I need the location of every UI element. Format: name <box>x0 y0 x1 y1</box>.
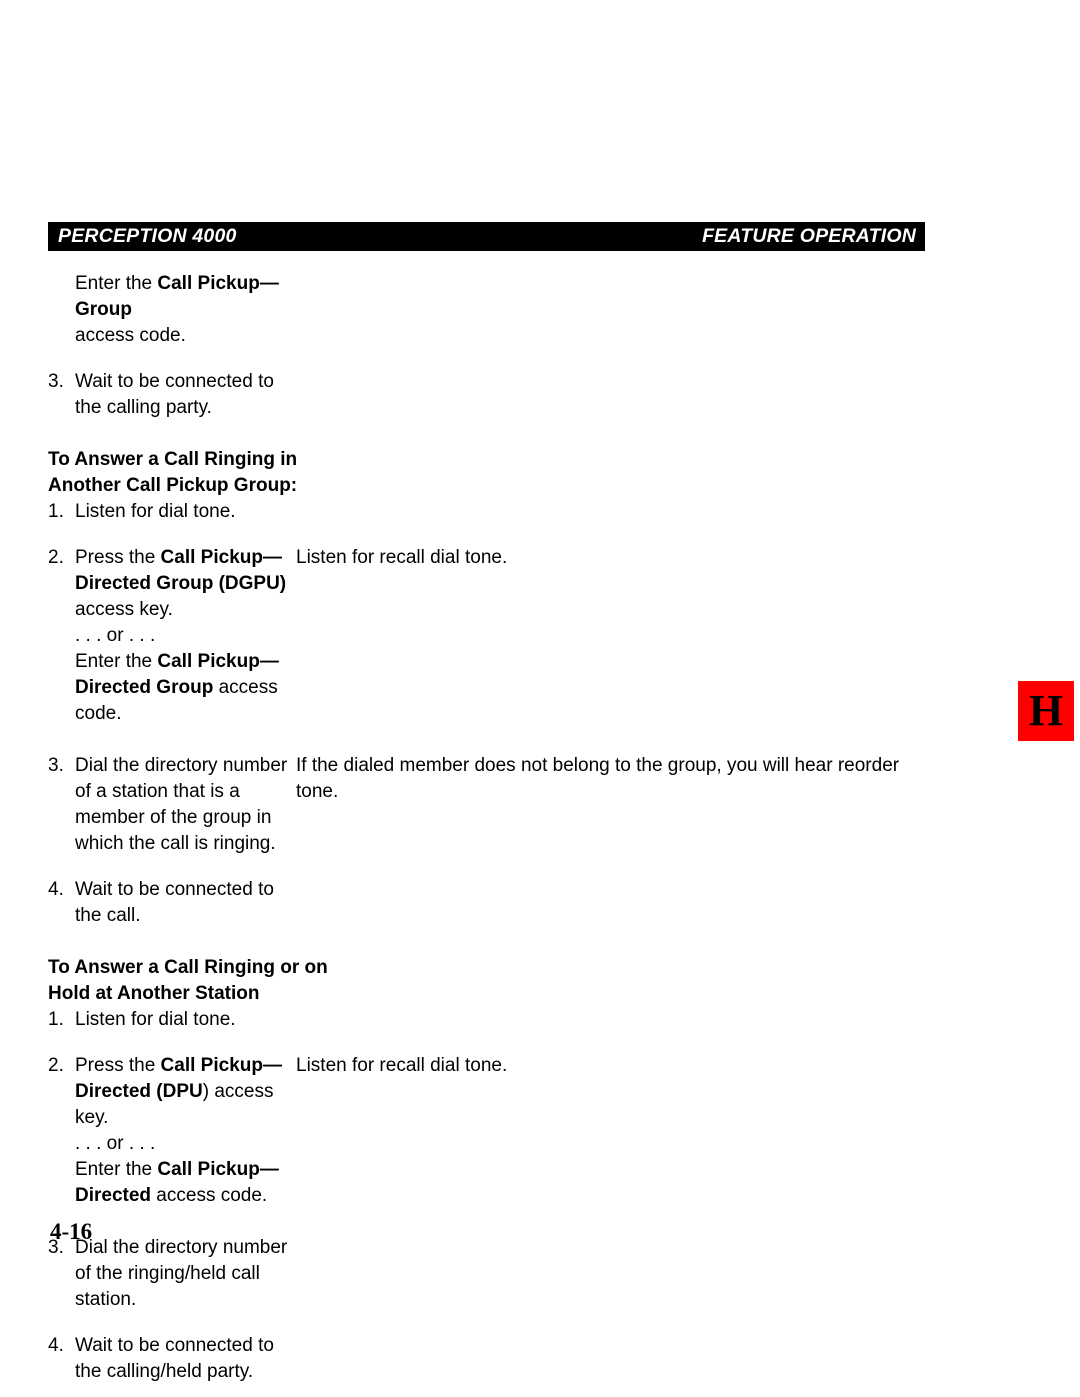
section-2-heading-line2: Hold at Another Station <box>48 983 260 1004</box>
continuation-text: Enter the Call Pickup—Group access code. <box>75 271 296 349</box>
continuation-line2: access code. <box>75 325 186 346</box>
running-header: PERCEPTION 4000 FEATURE OPERATION <box>48 222 925 251</box>
step-right: If the dialed member does not belong to … <box>296 753 1080 805</box>
header-right-title: FEATURE OPERATION <box>702 224 916 247</box>
press-suffix: access key. <box>75 599 173 620</box>
step-left: 3. Dial the directory number of a statio… <box>0 753 296 857</box>
step-row: 1. Listen for dial tone. <box>0 1007 1080 1033</box>
step-row: 3. Dial the directory number of a statio… <box>0 753 1080 857</box>
header-left-title: PERCEPTION 4000 <box>58 224 237 247</box>
document-page: PERCEPTION 4000 FEATURE OPERATION H 4-16… <box>0 0 1080 1397</box>
step-row: 3. Dial the directory number of the ring… <box>0 1235 1080 1313</box>
step-number: 3. <box>48 1237 64 1258</box>
step-right: Listen for recall dial tone. <box>296 1053 1080 1079</box>
step-text: Wait to be connected to the calling/held… <box>75 1335 274 1382</box>
step-number: 2. <box>48 1055 64 1076</box>
section-1-heading: To Answer a Call Ringing in Another Call… <box>0 447 1080 499</box>
section-2-step-1: 1. Listen for dial tone. <box>48 1007 296 1033</box>
section-2-heading-text: To Answer a Call Ringing or on Hold at A… <box>0 955 1080 1007</box>
step-left: 2. Press the Call Pickup—Directed Group … <box>0 545 296 727</box>
step-number: 1. <box>48 1009 64 1030</box>
continuation-left: Enter the Call Pickup—Group access code. <box>0 271 296 349</box>
press-prefix: Press the <box>75 547 161 568</box>
step-number: 1. <box>48 501 64 522</box>
enter-prefix: Enter the <box>75 1159 158 1180</box>
section-1-step-4: 4. Wait to be connected to the call. <box>48 877 296 929</box>
step-number: 3. <box>48 755 64 776</box>
step-left: 1. Listen for dial tone. <box>0 1007 296 1033</box>
step-left: 4. Wait to be connected to the call. <box>0 877 296 929</box>
step-3-top: 3. Wait to be connected to the calling p… <box>48 369 296 421</box>
or-separator: . . . or . . . <box>75 625 156 646</box>
section-1-heading-text: To Answer a Call Ringing in Another Call… <box>0 447 1080 499</box>
continuation-block: Enter the Call Pickup—Group access code. <box>0 271 1080 349</box>
step-text: Press the Call Pickup—Directed Group (DG… <box>75 545 296 727</box>
step-row: 2. Press the Call Pickup—Directed Group … <box>0 545 1080 727</box>
section-2-heading: To Answer a Call Ringing or on Hold at A… <box>0 955 1080 1007</box>
step-row: 1. Listen for dial tone. <box>0 499 1080 525</box>
section-1-heading-line1: To Answer a Call Ringing in <box>48 449 298 470</box>
step-number: 2. <box>48 547 64 568</box>
section-1-step-2: 2. Press the Call Pickup—Directed Group … <box>48 545 296 727</box>
page-content: Enter the Call Pickup—Group access code.… <box>0 271 1080 1385</box>
step-row: 2. Press the Call Pickup—Directed (DPU) … <box>0 1053 1080 1209</box>
section-1-heading-line2: Another Call Pickup Group: <box>48 475 298 496</box>
step-note: Listen for recall dial tone. <box>296 547 508 568</box>
step-number: 4. <box>48 879 64 900</box>
step-left: 2. Press the Call Pickup—Directed (DPU) … <box>0 1053 296 1209</box>
step-row: 4. Wait to be connected to the call. <box>0 877 1080 929</box>
step-left: 1. Listen for dial tone. <box>0 499 296 525</box>
step-text: Listen for dial tone. <box>75 501 236 522</box>
step-number: 4. <box>48 1335 64 1356</box>
section-1-step-3: 3. Dial the directory number of a statio… <box>48 753 296 857</box>
section-2-heading-line1: To Answer a Call Ringing or on <box>48 957 328 978</box>
section-2-step-4: 4. Wait to be connected to the calling/h… <box>48 1333 296 1385</box>
step-left: 3. Wait to be connected to the calling p… <box>0 369 296 421</box>
step-text: Dial the directory number of a station t… <box>75 755 288 854</box>
step-left: 3. Dial the directory number of the ring… <box>0 1235 296 1313</box>
step-row: 4. Wait to be connected to the calling/h… <box>0 1333 1080 1385</box>
enter-prefix: Enter the <box>75 651 158 672</box>
press-prefix: Press the <box>75 1055 161 1076</box>
continuation-line1-prefix: Enter the <box>75 273 158 294</box>
step-note: Listen for recall dial tone. <box>296 1055 508 1076</box>
step-text: Listen for dial tone. <box>75 1009 236 1030</box>
step-right: Listen for recall dial tone. <box>296 545 1080 571</box>
section-2-step-3: 3. Dial the directory number of the ring… <box>48 1235 296 1313</box>
section-2-step-2: 2. Press the Call Pickup—Directed (DPU) … <box>48 1053 296 1209</box>
step-text: Wait to be connected to the call. <box>75 879 274 926</box>
section-1-step-1: 1. Listen for dial tone. <box>48 499 296 525</box>
or-separator: . . . or . . . <box>75 1133 156 1154</box>
step-text: Press the Call Pickup—Directed (DPU) acc… <box>75 1053 296 1209</box>
step-text: Dial the directory number of the ringing… <box>75 1237 288 1310</box>
enter-suffix: access code. <box>151 1185 268 1206</box>
step-note: If the dialed member does not belong to … <box>296 755 900 802</box>
step-left: 4. Wait to be connected to the calling/h… <box>0 1333 296 1385</box>
step-text: Wait to be connected to the calling part… <box>75 371 274 418</box>
step-number: 3. <box>48 371 64 392</box>
step-row: 3. Wait to be connected to the calling p… <box>0 369 1080 421</box>
